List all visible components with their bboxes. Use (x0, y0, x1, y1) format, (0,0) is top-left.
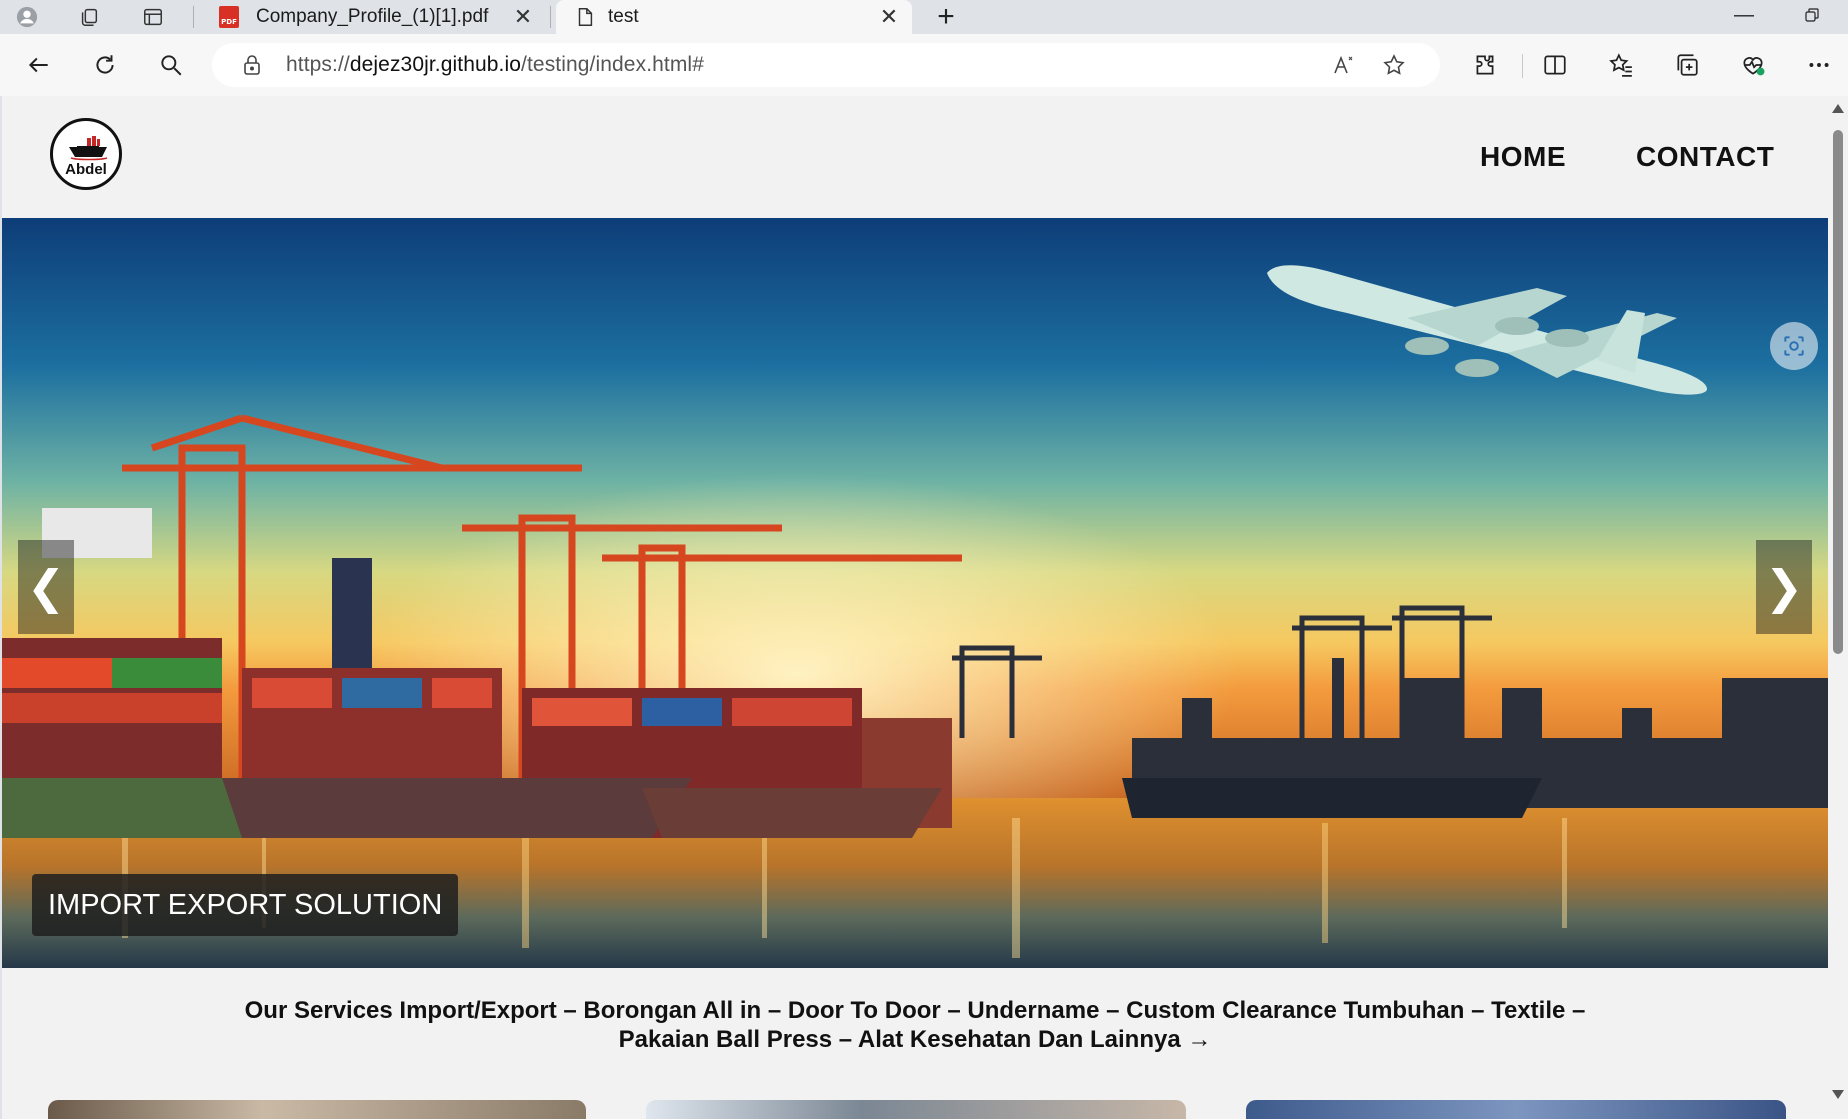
browser-toolbar: https://dejez30jr.github.io/testing/inde… (0, 34, 1848, 96)
new-tab-button[interactable]: + (928, 0, 964, 33)
pdf-icon: PDF (216, 4, 242, 30)
restore-icon[interactable] (1784, 0, 1840, 30)
services-line-2: Pakaian Ball Press – Alat Kesehatan Dan … (618, 1026, 1212, 1053)
lock-icon[interactable] (240, 53, 264, 77)
more-options-icon[interactable] (1796, 34, 1842, 96)
tab-title: test (608, 6, 639, 27)
search-icon[interactable] (148, 34, 194, 96)
visual-search-icon[interactable] (1770, 322, 1818, 370)
url-path: /testing/index.html# (521, 53, 704, 76)
logo-text: Abdel (65, 161, 107, 178)
read-aloud-icon[interactable] (1330, 51, 1358, 79)
close-tab-icon[interactable]: ✕ (876, 4, 902, 30)
profile-icon[interactable] (8, 3, 46, 31)
site-header: Abdel HOME CONTACT (2, 96, 1828, 218)
nav-home-link[interactable]: HOME (1480, 141, 1566, 173)
close-tab-icon[interactable]: ✕ (510, 4, 536, 30)
toolbar-divider (1522, 54, 1523, 78)
scroll-thumb[interactable] (1833, 130, 1843, 654)
service-card-2[interactable] (646, 1100, 1186, 1119)
hero-slider: ❮ ❯ IMPORT EXPORT SOLUTION (2, 218, 1828, 968)
tab-divider (550, 6, 551, 28)
scroll-down-arrow-icon[interactable] (1832, 1090, 1844, 1099)
extensions-icon[interactable] (1462, 34, 1508, 96)
page-icon (572, 4, 598, 30)
service-card-3[interactable] (1246, 1100, 1786, 1119)
company-logo[interactable]: Abdel (50, 118, 122, 190)
minimize-icon[interactable]: — (1716, 0, 1772, 30)
slider-next-button[interactable]: ❯ (1756, 540, 1812, 634)
collections-icon[interactable] (1664, 34, 1710, 96)
browser-essentials-icon[interactable] (1730, 34, 1776, 96)
tab-company-profile[interactable]: PDF Company_Profile_(1)[1].pdf ✕ (200, 0, 546, 34)
address-bar[interactable]: https://dejez30jr.github.io/testing/inde… (212, 43, 1440, 87)
hero-image (2, 218, 1828, 968)
tab-test[interactable]: test ✕ (556, 0, 912, 34)
tab-actions-icon[interactable] (134, 3, 172, 31)
slide-caption: IMPORT EXPORT SOLUTION (32, 874, 459, 936)
reload-button[interactable] (82, 34, 128, 96)
services-text: Our Services Import/Export – Borongan Al… (2, 996, 1828, 1054)
url-text[interactable]: https://dejez30jr.github.io/testing/inde… (286, 53, 704, 77)
workspaces-icon[interactable] (70, 3, 108, 31)
services-line-1: Our Services Import/Export – Borongan Al… (244, 997, 1586, 1024)
back-button[interactable] (16, 34, 62, 96)
favorite-star-icon[interactable] (1380, 51, 1408, 79)
nav-contact-link[interactable]: CONTACT (1636, 141, 1774, 173)
split-screen-icon[interactable] (1532, 34, 1578, 96)
page-viewport: Abdel HOME CONTACT ❮ ❯ IMPORT EXPORT SOL… (2, 96, 1828, 1119)
url-scheme: https:// (286, 53, 350, 76)
ship-logo-icon (69, 136, 108, 161)
tab-title: Company_Profile_(1)[1].pdf (256, 6, 489, 27)
tab-divider (193, 6, 194, 28)
page-scrollbar[interactable] (1828, 96, 1848, 1119)
slider-prev-button[interactable]: ❮ (18, 540, 74, 634)
scroll-up-arrow-icon[interactable] (1832, 104, 1844, 113)
favorites-icon[interactable] (1598, 34, 1644, 96)
service-card-1[interactable] (48, 1100, 586, 1119)
tab-strip: PDF Company_Profile_(1)[1].pdf ✕ test ✕ … (0, 0, 1848, 34)
url-host: dejez30jr.github.io (349, 53, 522, 76)
